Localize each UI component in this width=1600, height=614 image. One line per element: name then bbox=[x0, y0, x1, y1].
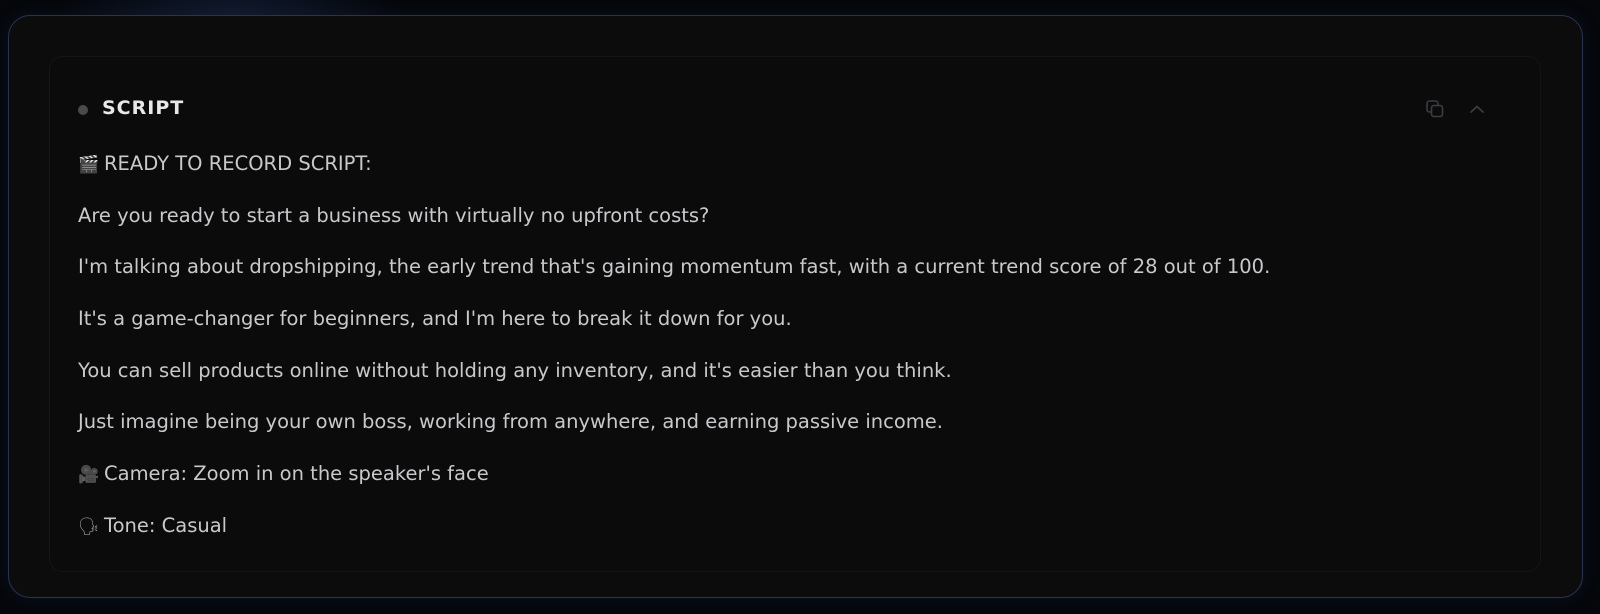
script-card: SCRIPT 🎬 READY TO RECORD SCRIPT: Are you … bbox=[8, 15, 1583, 598]
clapperboard-icon: 🎬 bbox=[78, 155, 100, 175]
panel-title: SCRIPT bbox=[102, 97, 185, 119]
script-line-text: I'm talking about dropshipping, the earl… bbox=[78, 255, 1271, 279]
script-line: You can sell products online without hol… bbox=[78, 358, 1498, 410]
script-line-text: Just imagine being your own boss, workin… bbox=[78, 410, 943, 434]
script-line: 🗣 Tone: Casual bbox=[78, 513, 1498, 565]
camera-icon: 🎥 bbox=[78, 465, 100, 486]
status-dot bbox=[78, 105, 88, 115]
script-line-text: READY TO RECORD SCRIPT: bbox=[104, 152, 372, 175]
copy-icon[interactable] bbox=[1424, 99, 1446, 121]
script-line-text: Tone: Casual bbox=[104, 513, 228, 537]
script-line: Just imagine being your own boss, workin… bbox=[78, 409, 1498, 461]
panel-header: SCRIPT bbox=[50, 57, 1540, 149]
script-line: I'm talking about dropshipping, the earl… bbox=[78, 254, 1498, 306]
script-line: 🎬 READY TO RECORD SCRIPT: bbox=[78, 151, 1498, 203]
script-line: It's a game-changer for beginners, and I… bbox=[78, 306, 1498, 358]
script-panel: SCRIPT 🎬 READY TO RECORD SCRIPT: Are you … bbox=[49, 56, 1541, 572]
script-line-text: You can sell products online without hol… bbox=[78, 358, 952, 382]
script-text: 🎬 READY TO RECORD SCRIPT: Are you ready t… bbox=[78, 151, 1498, 565]
chevron-up-icon[interactable] bbox=[1466, 99, 1488, 121]
script-line: Are you ready to start a business with v… bbox=[78, 203, 1498, 255]
script-line-text: Camera: Zoom in on the speaker's face bbox=[104, 462, 489, 486]
script-line: 🎥 Camera: Zoom in on the speaker's face bbox=[78, 461, 1498, 513]
speaking-head-icon: 🗣 bbox=[78, 516, 100, 537]
script-line-text: It's a game-changer for beginners, and I… bbox=[78, 307, 792, 331]
script-line-text: Are you ready to start a business with v… bbox=[78, 203, 710, 227]
